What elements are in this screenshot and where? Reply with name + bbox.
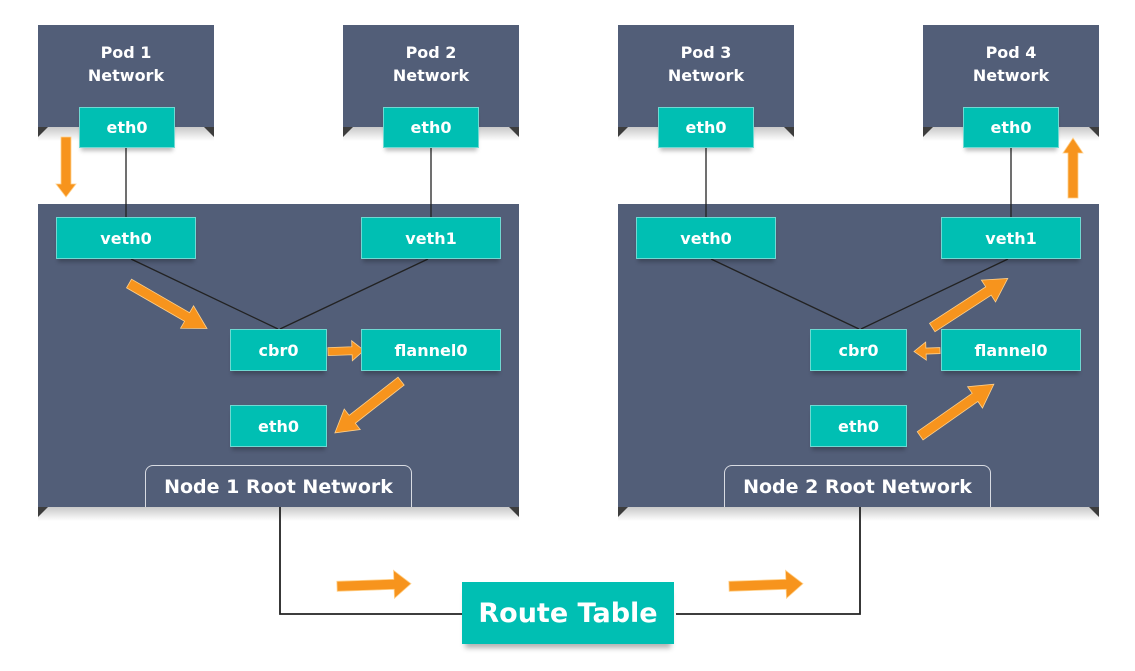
node-1-eth0[interactable]: eth0 bbox=[230, 405, 327, 447]
node-1-flannel0[interactable]: flannel0 bbox=[361, 329, 501, 371]
route-table[interactable]: Route Table bbox=[462, 582, 674, 644]
arrow-pod1-down-icon bbox=[55, 136, 77, 198]
arrow-from-route-table-icon bbox=[728, 569, 804, 600]
node-1-cbr0[interactable]: cbr0 bbox=[230, 329, 327, 371]
node-1-label: Node 1 Root Network bbox=[145, 465, 412, 507]
node-2-cbr0[interactable]: cbr0 bbox=[810, 329, 907, 371]
node-1-veth0[interactable]: veth0 bbox=[56, 217, 196, 259]
arrow-to-route-table-icon bbox=[336, 569, 412, 600]
pod-1-title: Pod 1 Network bbox=[87, 43, 165, 85]
arrow-pod4-up-icon bbox=[1062, 137, 1084, 199]
node-2-eth0[interactable]: eth0 bbox=[810, 405, 907, 447]
pod-2-eth0[interactable]: eth0 bbox=[383, 107, 479, 148]
pod-3-title: Pod 3 Network bbox=[667, 43, 745, 85]
pod-1-eth0[interactable]: eth0 bbox=[79, 107, 175, 148]
link-node1-route-table bbox=[279, 507, 462, 615]
link-node2-route-table bbox=[676, 507, 861, 615]
node-2-veth1[interactable]: veth1 bbox=[941, 217, 1081, 259]
node-2-label: Node 2 Root Network bbox=[724, 465, 991, 507]
node-2-flannel0[interactable]: flannel0 bbox=[941, 329, 1081, 371]
node-1-veth1[interactable]: veth1 bbox=[361, 217, 501, 259]
node-2-veth0[interactable]: veth0 bbox=[636, 217, 776, 259]
pod-2-title: Pod 2 Network bbox=[392, 43, 470, 85]
pod-3-eth0[interactable]: eth0 bbox=[658, 107, 754, 148]
pod-4-eth0[interactable]: eth0 bbox=[963, 107, 1059, 148]
pod-4-title: Pod 4 Network bbox=[972, 43, 1050, 85]
